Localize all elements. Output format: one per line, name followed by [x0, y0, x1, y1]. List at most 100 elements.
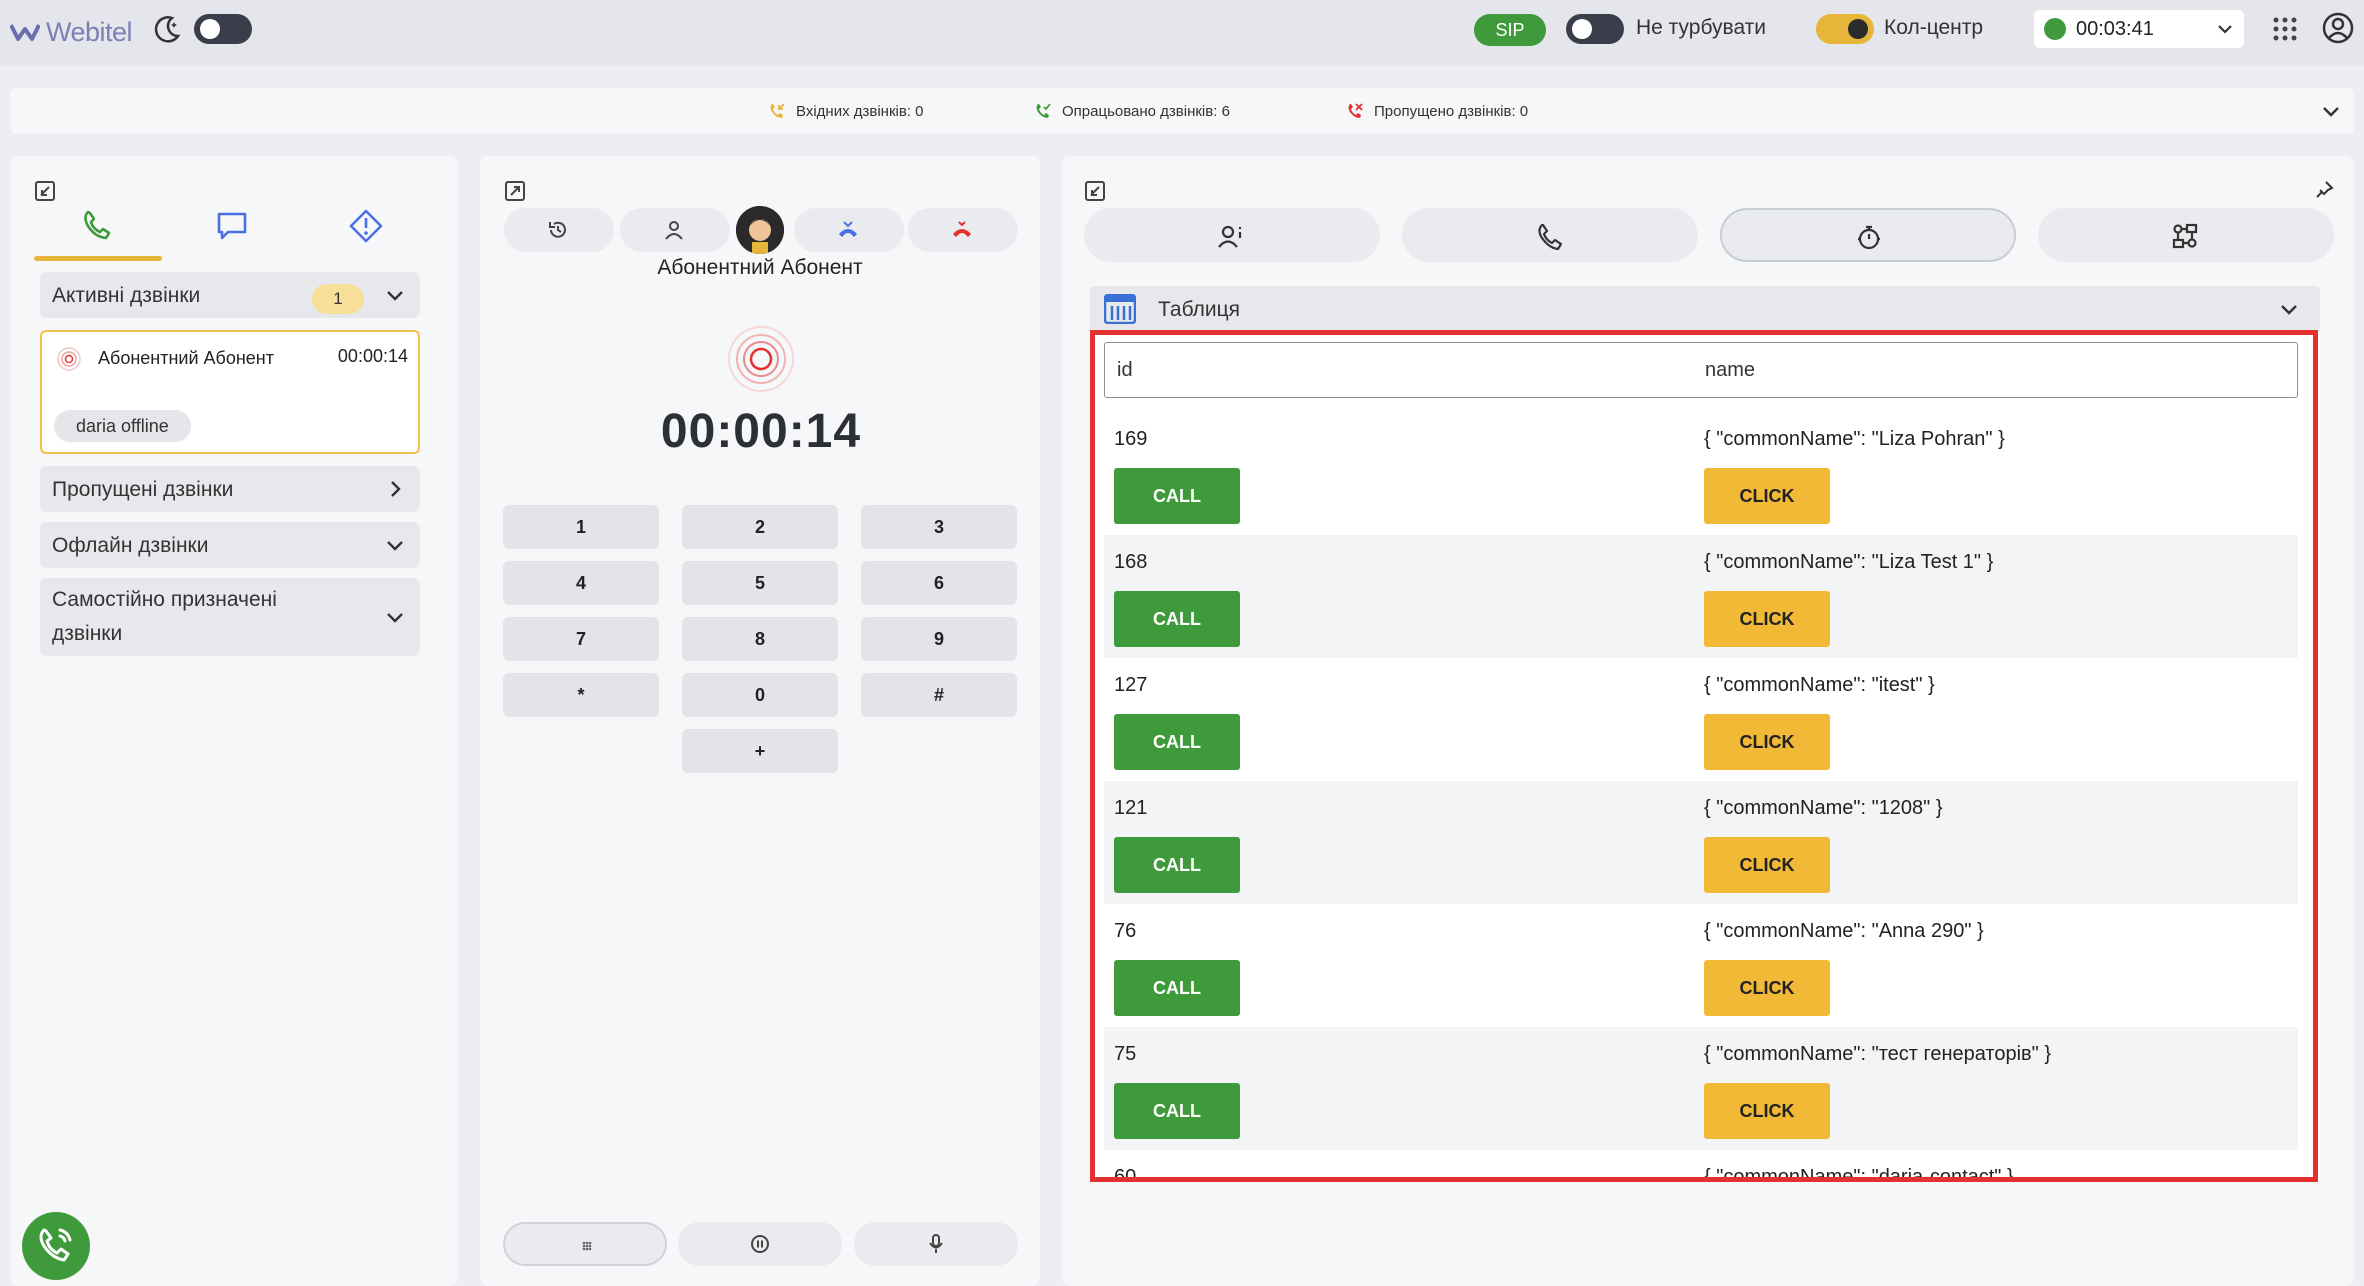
dialpad-key-hash[interactable]: # [861, 673, 1017, 717]
call-button[interactable]: CALL [1114, 591, 1240, 647]
click-button[interactable]: CLICK [1704, 714, 1830, 770]
caller-display-name: Абонентний Абонент [657, 256, 863, 279]
collapse-panel-icon[interactable] [34, 180, 56, 202]
click-button[interactable]: CLICK [1704, 591, 1830, 647]
call-button[interactable]: CALL [1114, 837, 1240, 893]
tab-processing[interactable] [1720, 208, 2016, 262]
avatar-image [736, 206, 784, 254]
hold-button[interactable] [678, 1222, 842, 1266]
person-icon [665, 221, 683, 240]
dialpad-key-star[interactable]: * [503, 673, 659, 717]
tab-chats-icon[interactable] [214, 208, 250, 244]
table-row: 121 { "commonName": "1208" } CALL CLICK [1104, 781, 2298, 904]
dialpad-key-9[interactable]: 9 [861, 617, 1017, 661]
ringing-icon [57, 347, 81, 371]
self-assigned-calls-accordion[interactable]: Самостійно призначені дзвінки [40, 578, 420, 656]
call-button[interactable]: CALL [1114, 468, 1240, 524]
status-time: 00:03:41 [2076, 17, 2154, 40]
call-duration: 00:00:14 [337, 346, 408, 366]
callcenter-toggle[interactable] [1816, 14, 1874, 44]
dialpad-toggle-button[interactable] [503, 1222, 667, 1266]
dark-mode-icon[interactable] [150, 12, 184, 46]
call-history-button[interactable] [504, 208, 614, 252]
cell-name: { "commonName": "Liza Pohran" } [1704, 428, 2005, 450]
collapse-panel-icon[interactable] [1084, 180, 1106, 202]
cell-name: { "commonName": "Anna 290" } [1704, 920, 1984, 942]
incoming-calls-stat: Вхідних дзвінків: 0 [768, 102, 924, 120]
dialpad-key-0[interactable]: 0 [682, 673, 838, 717]
tab-flow[interactable] [2038, 208, 2334, 262]
dark-mode-toggle[interactable] [194, 14, 252, 44]
cell-name: { "commonName": "itest" } [1704, 674, 1935, 696]
chevron-down-icon [387, 291, 403, 301]
user-account-icon[interactable] [2322, 12, 2354, 44]
apps-grid-icon[interactable] [2272, 16, 2298, 42]
missed-call-icon [1348, 103, 1363, 118]
phone-fab-button[interactable] [22, 1212, 90, 1280]
table-row: 168 { "commonName": "Liza Test 1" } CALL… [1104, 535, 2298, 658]
chevron-down-icon [2281, 305, 2297, 315]
missed-calls-title: Пропущені дзвінки [52, 478, 234, 501]
dialpad-key-7[interactable]: 7 [503, 617, 659, 661]
pin-icon[interactable] [2314, 180, 2334, 200]
flow-icon [2172, 223, 2198, 249]
call-button[interactable]: CALL [1114, 960, 1240, 1016]
dialpad-key-5[interactable]: 5 [682, 561, 838, 605]
cell-id: 127 [1114, 674, 1148, 696]
call-button[interactable]: CALL [1114, 1083, 1240, 1139]
transfer-call-button[interactable] [794, 208, 904, 252]
tab-alerts-icon[interactable] [348, 208, 384, 244]
mute-button[interactable] [854, 1222, 1018, 1266]
active-calls-accordion[interactable]: Активні дзвінки 1 [40, 272, 420, 318]
cell-id: 76 [1114, 920, 1137, 942]
table-row: 60 { "commonName": "daria-contact" } [1114, 1150, 2308, 1182]
cell-name: { "commonName": "1208" } [1704, 797, 1943, 819]
transfer-call-icon [839, 221, 857, 237]
contact-button[interactable] [620, 208, 730, 252]
dialpad-key-8[interactable]: 8 [682, 617, 838, 661]
self-assigned-title-line1: Самостійно призначені [52, 588, 277, 611]
self-assigned-title-line2: дзвінки [52, 622, 123, 645]
tab-calls-phone-icon[interactable] [80, 208, 116, 244]
missed-calls-accordion[interactable]: Пропущені дзвінки [40, 466, 420, 512]
click-button[interactable]: CLICK [1704, 960, 1830, 1016]
phone-icon [39, 1228, 72, 1262]
hangup-button[interactable] [908, 208, 1018, 252]
chevron-right-icon [391, 481, 401, 497]
call-button[interactable]: CALL [1114, 714, 1240, 770]
agent-status-select[interactable]: 00:03:41 [2034, 10, 2244, 48]
chevron-down-icon[interactable] [2320, 100, 2342, 122]
cell-id: 121 [1114, 797, 1148, 819]
status-dot-icon [2044, 18, 2066, 40]
active-call-card[interactable]: Абонентний Абонент 00:00:14 daria offlin… [40, 330, 420, 454]
dialpad-key-3[interactable]: 3 [861, 505, 1017, 549]
dialpad-key-4[interactable]: 4 [503, 561, 659, 605]
dialpad-key-6[interactable]: 6 [861, 561, 1017, 605]
tab-call-info[interactable] [1402, 208, 1698, 262]
dialpad-key-plus[interactable]: + [682, 729, 838, 773]
click-button[interactable]: CLICK [1704, 468, 1830, 524]
top-bar: Webitel SIP Не турбувати Кол-центр 00:03… [0, 0, 2364, 66]
dialpad-key-1[interactable]: 1 [503, 505, 659, 549]
column-header-id: id [1117, 359, 1133, 381]
click-button[interactable]: CLICK [1704, 1083, 1830, 1139]
offline-calls-title: Офлайн дзвінки [52, 534, 209, 557]
cell-id: 169 [1114, 428, 1148, 450]
missed-calls-label: Пропущено дзвінків: 0 [1374, 102, 1529, 120]
table-row: 169 { "commonName": "Liza Pohran" } CALL… [1114, 412, 2308, 535]
offline-calls-accordion[interactable]: Офлайн дзвінки [40, 522, 420, 568]
data-table: id name 169 { "commonName": "Liza Pohran… [1090, 332, 2320, 1182]
dnd-toggle[interactable] [1566, 14, 1624, 44]
dialpad-key-2[interactable]: 2 [682, 505, 838, 549]
tab-client-info[interactable] [1084, 208, 1380, 262]
pause-icon [751, 1235, 769, 1253]
click-button[interactable]: CLICK [1704, 837, 1830, 893]
table-section-header[interactable]: Таблиця [1090, 286, 2320, 332]
calls-panel [10, 156, 458, 1286]
calls-tabs [28, 200, 420, 262]
table-head: id name [1104, 342, 2298, 398]
expand-panel-icon[interactable] [504, 180, 526, 202]
cell-id: 75 [1114, 1043, 1137, 1065]
dialpad-icon [582, 1241, 592, 1251]
table-icon [1104, 294, 1136, 324]
